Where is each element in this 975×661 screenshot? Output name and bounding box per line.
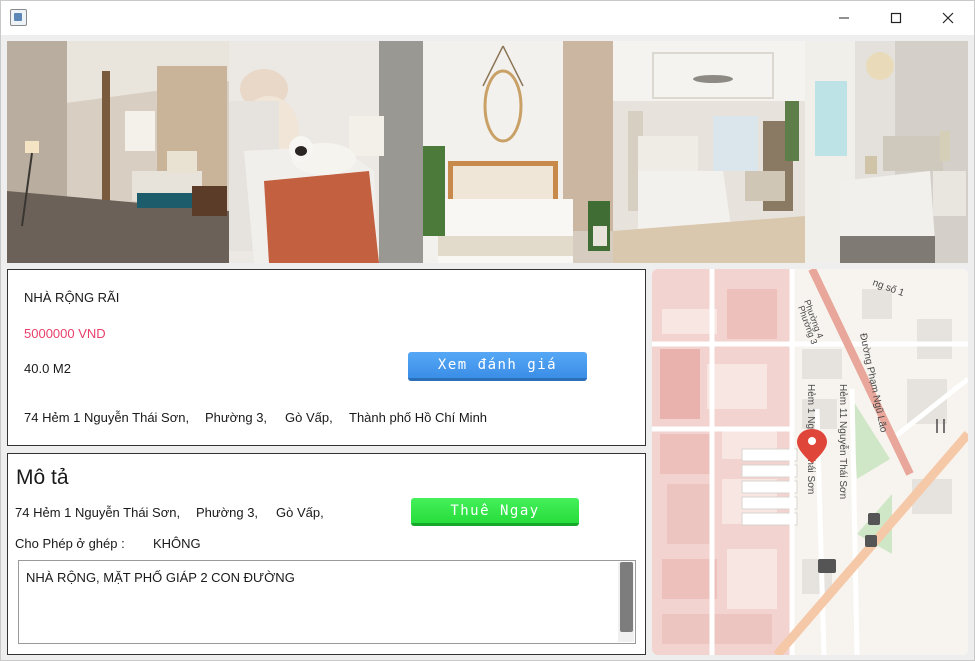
- app-window: NHÀ RỘNG RÃI 5000000 VND 40.0 M2 Xem đán…: [0, 0, 975, 661]
- description-street: 74 Hẻm 1 Nguyễn Thái Sơn,: [15, 505, 181, 520]
- gallery-photo-2[interactable]: [229, 41, 423, 263]
- minimize-button[interactable]: [818, 1, 870, 35]
- photo-gallery: [7, 41, 968, 263]
- rent-now-button[interactable]: Thuê Ngay: [411, 498, 579, 526]
- atm-icon: [818, 559, 836, 573]
- scrollbar-thumb[interactable]: [620, 562, 633, 632]
- title-bar: [1, 1, 974, 35]
- address-city: Thành phố Hồ Chí Minh: [349, 410, 488, 425]
- listing-info-panel: NHÀ RỘNG RÃI 5000000 VND 40.0 M2 Xem đán…: [7, 269, 646, 446]
- description-scrollbar[interactable]: [618, 562, 634, 642]
- main-content: NHÀ RỘNG RÃI 5000000 VND 40.0 M2 Xem đán…: [1, 35, 974, 660]
- map-label-alley11: Hẻm 11 Nguyễn Thái Sơn: [837, 384, 850, 499]
- gallery-photo-5[interactable]: [805, 41, 968, 263]
- shared-living-value: KHÔNG: [153, 536, 201, 551]
- description-details: NHÀ RỘNG, MẶT PHỐ GIÁP 2 CON ĐƯỜNG: [26, 570, 295, 585]
- description-panel: Mô tả 74 Hẻm 1 Nguyễn Thái Sơn, Phường 3…: [7, 453, 646, 655]
- shared-living-label: Cho Phép ở ghép :: [15, 536, 125, 551]
- listing-title: NHÀ RỘNG RÃI: [24, 290, 120, 305]
- bus-stop-icon: [868, 513, 880, 525]
- listing-area: 40.0 M2: [24, 361, 71, 376]
- minimize-icon: [839, 17, 849, 19]
- java-app-icon: [10, 9, 27, 26]
- description-district: Gò Vấp,: [276, 505, 324, 520]
- address-street: 74 Hẻm 1 Nguyễn Thái Sơn,: [24, 410, 190, 425]
- view-reviews-button[interactable]: Xem đánh giá: [408, 352, 587, 381]
- address-ward: Phường 3,: [205, 410, 268, 425]
- listing-price: 5000000 VND: [24, 326, 106, 341]
- maximize-button[interactable]: [870, 1, 922, 35]
- description-heading: Mô tả: [16, 466, 69, 489]
- gallery-photo-4[interactable]: [613, 41, 805, 263]
- address-district: Gò Vấp,: [285, 410, 333, 425]
- gallery-photo-3[interactable]: [423, 41, 613, 263]
- location-map[interactable]: ng số 1 Phường 4 Phường 3 Đường Phạm Ngũ…: [652, 269, 968, 655]
- maximize-icon: [890, 12, 902, 24]
- gallery-photo-1[interactable]: [7, 41, 229, 263]
- close-icon: [942, 12, 954, 24]
- description-ward: Phường 3,: [196, 505, 259, 520]
- bus-stop-icon: [865, 535, 877, 547]
- description-textarea[interactable]: NHÀ RỘNG, MẶT PHỐ GIÁP 2 CON ĐƯỜNG: [18, 560, 636, 644]
- close-button[interactable]: [922, 1, 974, 35]
